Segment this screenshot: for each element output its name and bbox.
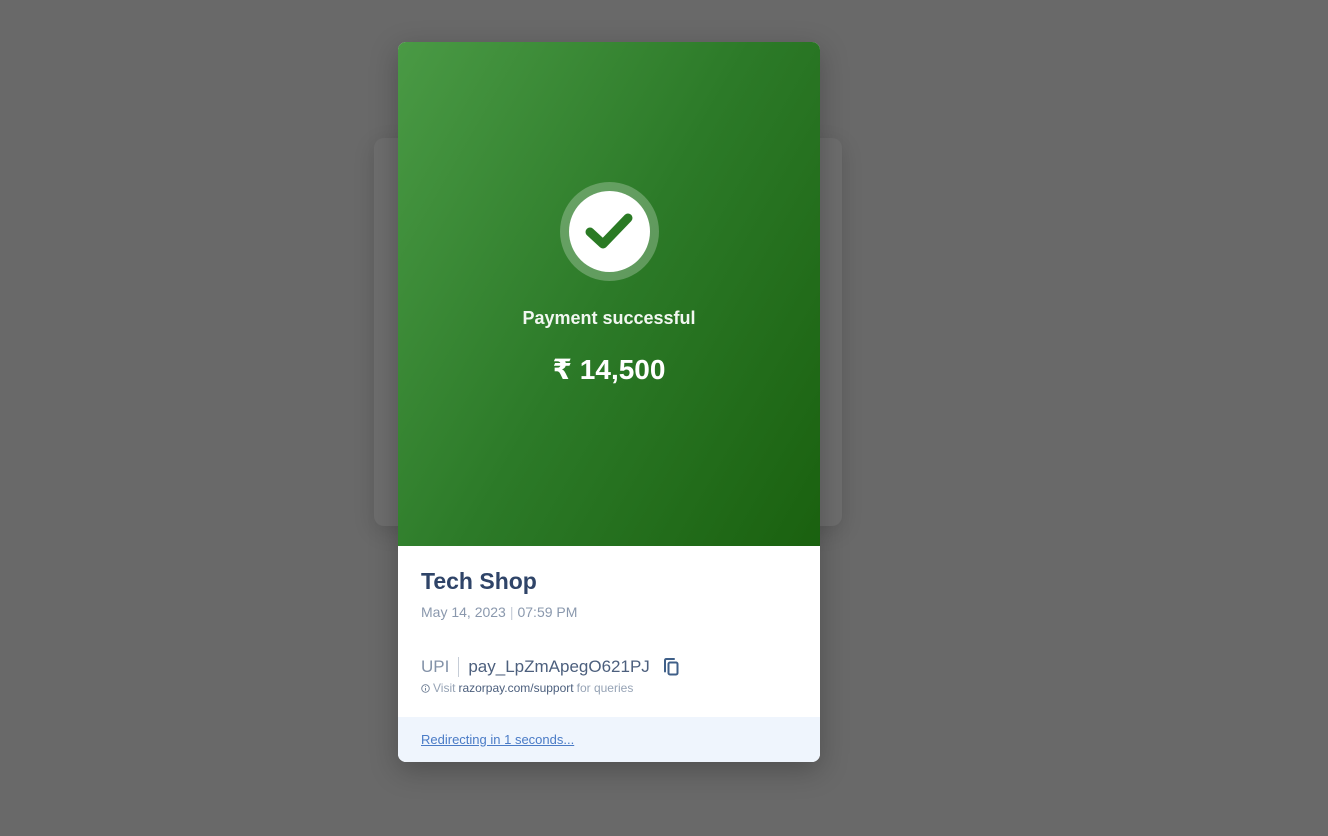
success-banner: Payment successful ₹ 14,500 <box>398 42 820 546</box>
support-prefix: Visit <box>433 681 456 695</box>
payment-status: Payment successful <box>522 308 696 328</box>
payment-method: UPI <box>421 657 450 676</box>
support-suffix: for queries <box>576 681 634 695</box>
support-link[interactable]: razorpay.com/support <box>458 681 573 695</box>
payment-date: May 14, 2023 <box>421 604 506 620</box>
method-divider <box>458 657 460 677</box>
merchant-name: Tech Shop <box>421 568 537 594</box>
check-icon <box>585 213 633 249</box>
success-badge <box>560 182 659 281</box>
redirect-link[interactable]: Redirecting in 1 seconds... <box>421 732 574 747</box>
support-note: Visit razorpay.com/support for queries <box>421 681 633 695</box>
payment-success-card: Payment successful ₹ 14,500 Tech Shop Ma… <box>398 42 820 762</box>
success-badge-disc <box>569 191 650 272</box>
redirect-footer: Redirecting in 1 seconds... <box>398 717 820 762</box>
payment-datetime: May 14, 2023 | 07:59 PM <box>421 604 577 620</box>
datetime-separator: | <box>509 604 514 620</box>
payment-time: 07:59 PM <box>517 604 578 620</box>
copy-icon <box>663 658 679 676</box>
payment-amount: ₹ 14,500 <box>552 354 666 385</box>
payment-method-row: UPI pay_LpZmApegO621PJ <box>421 655 682 679</box>
payment-details: Tech Shop May 14, 2023 | 07:59 PM UPI pay_… <box>398 546 820 718</box>
payment-id: pay_LpZmApegO621PJ <box>468 657 650 676</box>
info-icon <box>421 683 430 693</box>
copy-payment-id-button[interactable] <box>660 656 682 678</box>
